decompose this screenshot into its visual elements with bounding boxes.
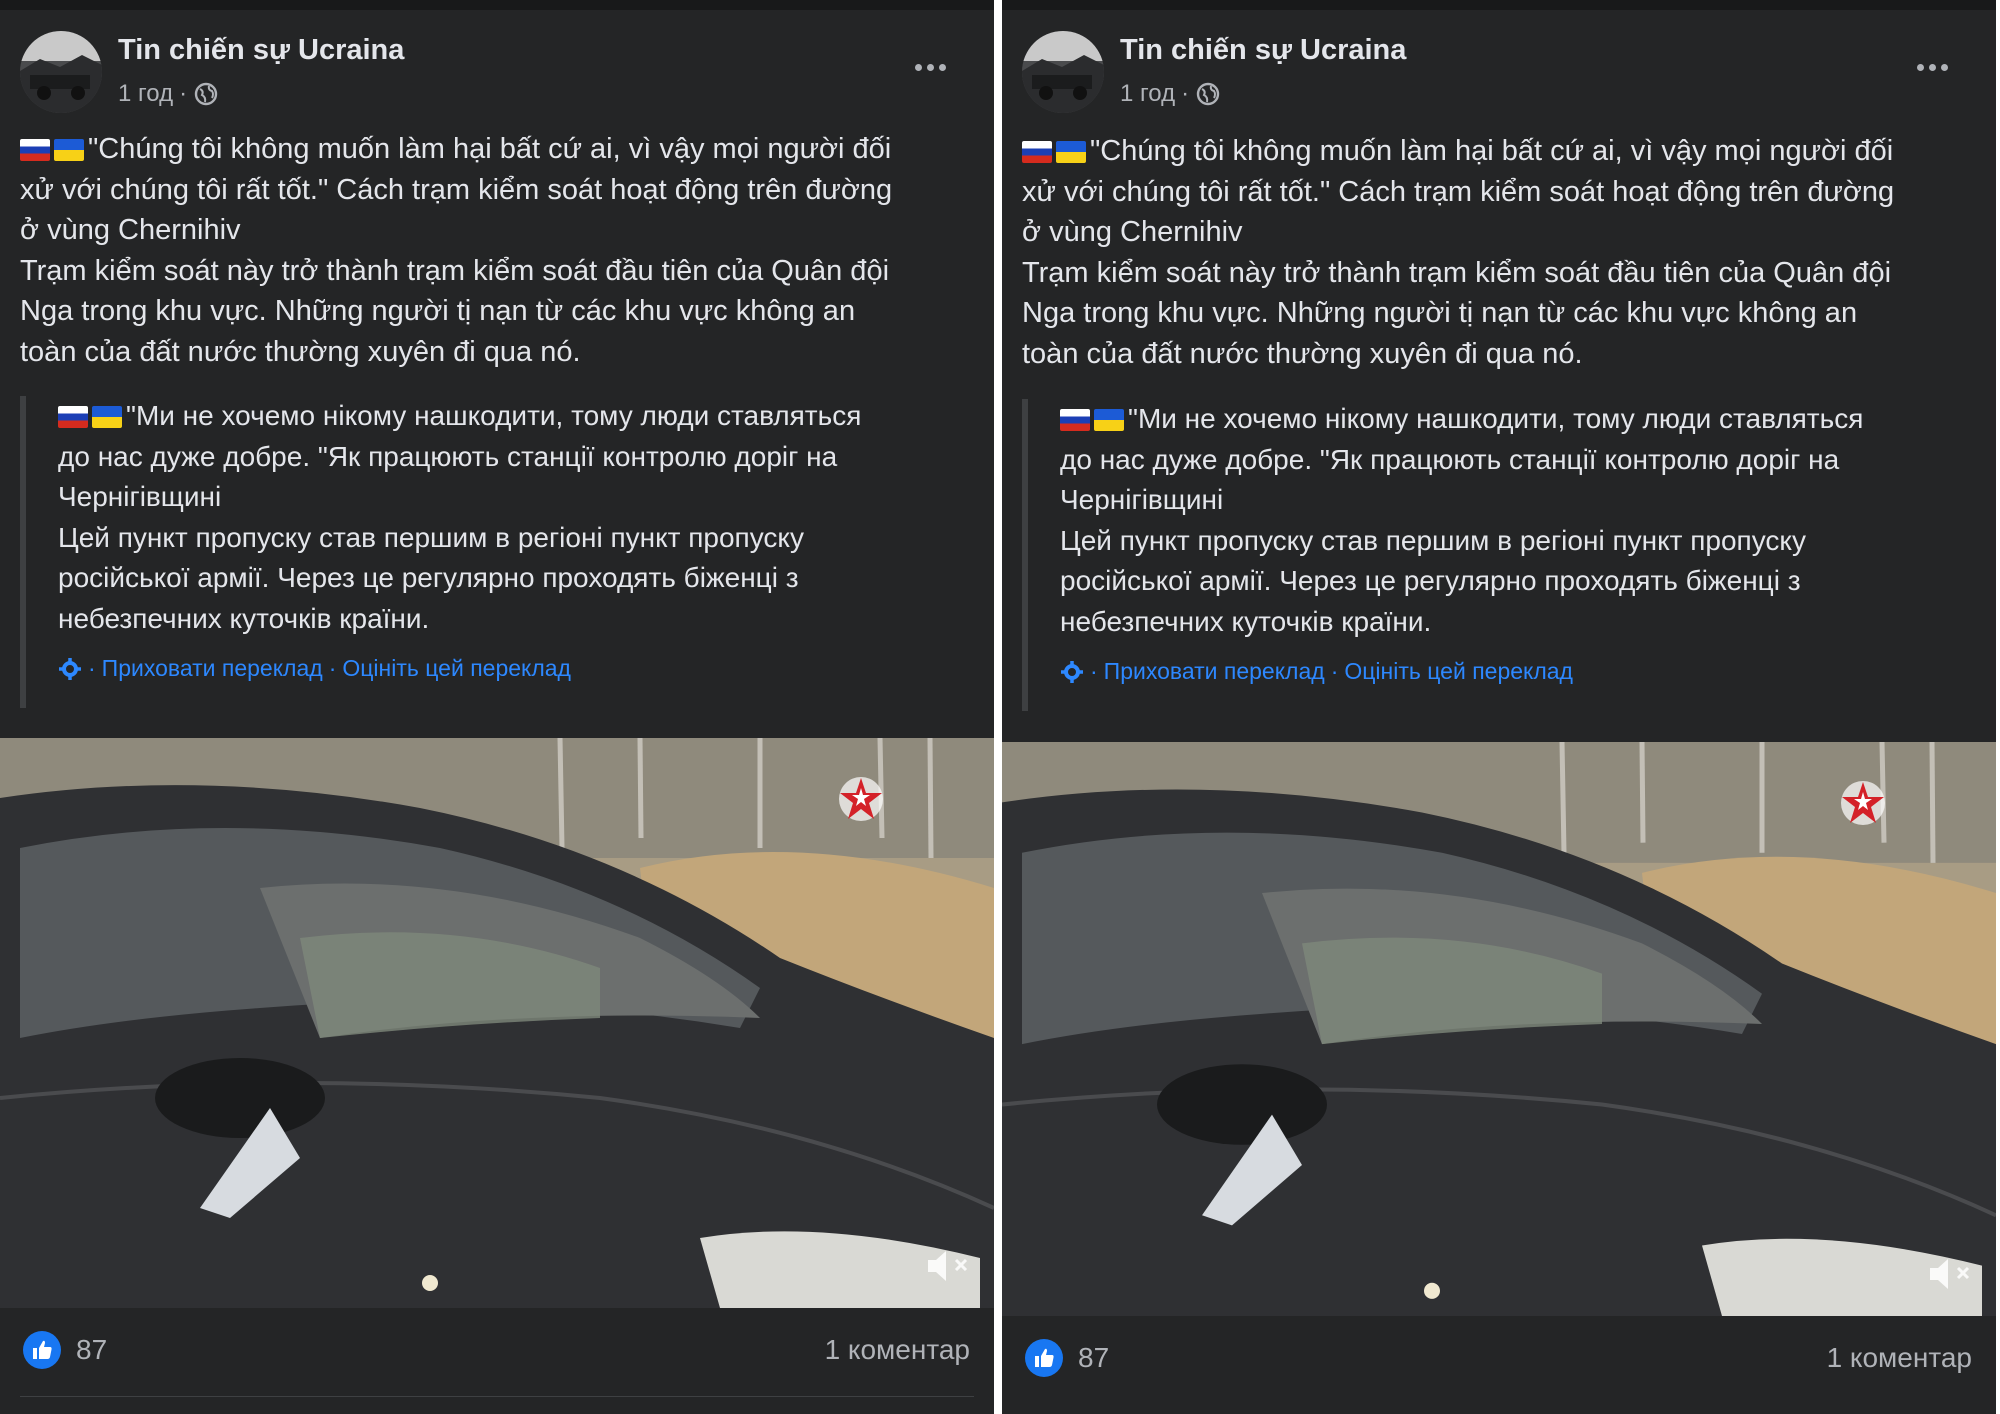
- hide-translation-link[interactable]: Приховати переклад: [102, 655, 323, 682]
- post-text-line: "Chúng tôi không muốn làm hại bất cứ ai,…: [20, 129, 980, 170]
- post-text-line: xử với chúng tôi rất tốt." Cách trạm kiể…: [20, 173, 893, 206]
- rate-translation-link[interactable]: Оцініть цей переклад: [1344, 658, 1573, 685]
- page-avatar[interactable]: [1022, 31, 1104, 113]
- post-video[interactable]: [0, 738, 994, 1308]
- russia-flag-icon: [20, 139, 50, 161]
- post-text-line: toàn của đất nước thường xuyên đi qua nó…: [1022, 337, 1583, 370]
- post-time[interactable]: 1 год: [118, 80, 173, 108]
- more-icon[interactable]: [908, 52, 952, 82]
- like-count[interactable]: 87: [76, 1334, 107, 1366]
- translation-block: "Ми не хочемо нікому нашкодити, тому люд…: [20, 396, 970, 708]
- hide-translation-link[interactable]: Приховати переклад: [1104, 658, 1325, 685]
- meta-separator: ·: [179, 80, 188, 107]
- footer-divider: [20, 1396, 974, 1397]
- ukraine-flag-icon: [1094, 409, 1124, 431]
- post-text-line: xử với chúng tôi rất tốt." Cách trạm kiể…: [1022, 175, 1895, 208]
- post-footer: 87 1 коментар: [0, 1308, 994, 1414]
- comment-count[interactable]: 1 коментар: [825, 1334, 970, 1366]
- post-text-line: toàn của đất nước thường xuyên đi qua nó…: [20, 335, 581, 368]
- post-text-line: "Chúng tôi không muốn làm hại bất cứ ai,…: [1022, 131, 1982, 172]
- mute-icon[interactable]: [1926, 1254, 1978, 1294]
- translation-text: "Ми не хочемо нікому нашкодити, тому люд…: [1060, 403, 1864, 637]
- ukraine-flag-icon: [54, 139, 84, 161]
- like-count[interactable]: 87: [1078, 1342, 1109, 1374]
- like-icon[interactable]: [22, 1330, 62, 1370]
- russia-flag-icon: [1060, 409, 1090, 431]
- russia-flag-icon: [1022, 141, 1052, 163]
- ukraine-flag-icon: [1056, 141, 1086, 163]
- meta-separator: ·: [1181, 80, 1190, 107]
- globe-icon: [193, 81, 219, 107]
- translation-text: "Ми не хочемо нікому нашкодити, тому люд…: [58, 400, 862, 634]
- page-avatar[interactable]: [20, 31, 102, 113]
- screenshot-stage: Tin chiến sự Ucraina 1 год · "Chúng tôi …: [0, 0, 2000, 1414]
- post-text-line: Trạm kiểm soát này trở thành trạm kiểm s…: [1022, 256, 1892, 289]
- post-meta: 1 год ·: [118, 80, 219, 108]
- ukraine-flag-icon: [92, 406, 122, 428]
- post-card-right: Tin chiến sự Ucraina 1 год · "Chúng tôi …: [1002, 0, 1996, 1414]
- page-name[interactable]: Tin chiến sự Ucraina: [1120, 34, 1406, 67]
- post-card-left: Tin chiến sự Ucraina 1 год · "Chúng tôi …: [0, 0, 994, 1414]
- post-text: "Chúng tôi không muốn làm hại bất cứ ai,…: [1022, 131, 1982, 374]
- rate-translation-link[interactable]: Оцініть цей переклад: [342, 655, 571, 682]
- post-footer: 87 1 коментар: [1002, 1316, 1996, 1414]
- translation-links: · Приховати переклад · Оцініть цей перек…: [58, 655, 970, 682]
- post-text-line: Nga trong khu vực. Những người tị nạn từ…: [20, 295, 856, 327]
- star-logo-icon: [1838, 778, 1888, 828]
- gear-icon: [1060, 660, 1084, 684]
- post-text-line: Trạm kiểm soát này trở thành trạm kiểm s…: [20, 254, 890, 287]
- post-meta: 1 год ·: [1120, 80, 1221, 108]
- more-icon[interactable]: [1910, 52, 1954, 82]
- top-strip: [0, 0, 994, 10]
- translation-block: "Ми не хочемо нікому нашкодити, тому люд…: [1022, 399, 1972, 711]
- post-text-line: Nga trong khu vực. Những người tị nạn từ…: [1022, 297, 1858, 329]
- translation-links: · Приховати переклад · Оцініть цей перек…: [1060, 658, 1972, 685]
- globe-icon: [1195, 81, 1221, 107]
- like-icon[interactable]: [1024, 1338, 1064, 1378]
- post-video[interactable]: [1002, 742, 1996, 1316]
- gear-icon: [58, 657, 82, 681]
- top-strip: [1002, 0, 1996, 10]
- russia-flag-icon: [58, 406, 88, 428]
- post-text: "Chúng tôi không muốn làm hại bất cứ ai,…: [20, 129, 980, 372]
- video-frame: [1002, 742, 1996, 1316]
- post-time[interactable]: 1 год: [1120, 80, 1175, 108]
- panel-divider: [994, 0, 1002, 1414]
- star-logo-icon: [836, 774, 886, 824]
- comment-count[interactable]: 1 коментар: [1827, 1342, 1972, 1374]
- post-text-line: ở vùng Chernihiv: [1022, 216, 1243, 248]
- page-name[interactable]: Tin chiến sự Ucraina: [118, 34, 404, 67]
- post-text-line: ở vùng Chernihiv: [20, 214, 241, 246]
- mute-icon[interactable]: [924, 1246, 976, 1286]
